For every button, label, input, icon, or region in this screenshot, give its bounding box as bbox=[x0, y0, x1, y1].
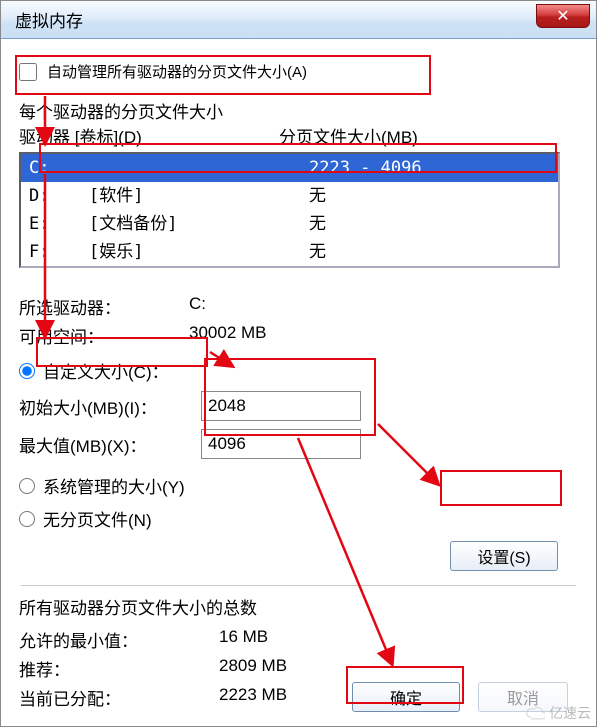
cancel-button[interactable]: 取消 bbox=[478, 682, 568, 712]
dialog-content: 自动管理所有驱动器的分页文件大小(A) 每个驱动器的分页文件大小 驱动器 [卷标… bbox=[1, 39, 596, 726]
titlebar: 虚拟内存 ✕ bbox=[1, 1, 596, 39]
selected-drive-value: C: bbox=[189, 294, 206, 319]
set-button-area: 设置(S) bbox=[11, 535, 586, 571]
max-size-input[interactable] bbox=[201, 429, 361, 459]
free-space-label: 可用空间： bbox=[19, 323, 189, 348]
drive-label: [娱乐] bbox=[89, 238, 309, 266]
min-allowed-row: 允许的最小值： 16 MB bbox=[11, 625, 586, 654]
auto-manage-row[interactable]: 自动管理所有驱动器的分页文件大小(A) bbox=[11, 49, 586, 94]
totals-heading: 所有驱动器分页文件大小的总数 bbox=[11, 594, 586, 619]
initial-size-input[interactable] bbox=[201, 391, 361, 421]
col-size-header: 分页文件大小(MB) bbox=[279, 123, 418, 148]
system-size-label: 系统管理的大小(Y) bbox=[43, 473, 185, 498]
drive-size: 无 bbox=[309, 182, 469, 210]
free-space-value: 30002 MB bbox=[189, 323, 267, 348]
virtual-memory-dialog: 虚拟内存 ✕ 自动管理所有驱动器的分页文件大小(A) 每个驱动器的分页文件大小 … bbox=[0, 0, 597, 727]
drive-label bbox=[89, 154, 309, 182]
footer-buttons: 确定 取消 bbox=[352, 682, 568, 712]
drive-columns-header: 驱动器 [卷标](D) 分页文件大小(MB) bbox=[11, 123, 586, 148]
min-allowed-value: 16 MB bbox=[219, 627, 268, 652]
drive-row-d[interactable]: D: [软件] 无 bbox=[21, 182, 558, 210]
selected-drive-row: 所选驱动器： C: bbox=[11, 292, 586, 321]
drive-size: 无 bbox=[309, 210, 469, 238]
col-drive-header: 驱动器 [卷标](D) bbox=[19, 123, 279, 148]
window-title: 虚拟内存 bbox=[15, 7, 83, 32]
drive-label: [软件] bbox=[89, 182, 309, 210]
drive-row-e[interactable]: E: [文档备份] 无 bbox=[21, 210, 558, 238]
system-size-row[interactable]: 系统管理的大小(Y) bbox=[11, 469, 586, 502]
initial-size-label: 初始大小(MB)(I)： bbox=[19, 394, 201, 419]
ok-button[interactable]: 确定 bbox=[352, 682, 460, 712]
drive-size: 2223 - 4096 bbox=[309, 154, 469, 182]
drive-section-heading: 每个驱动器的分页文件大小 bbox=[11, 98, 586, 123]
divider bbox=[21, 585, 576, 586]
max-size-row: 最大值(MB)(X)： bbox=[11, 425, 586, 463]
drive-letter: C: bbox=[29, 154, 89, 182]
drive-list[interactable]: C: 2223 - 4096 D: [软件] 无 E: [文档备份] 无 F: … bbox=[19, 152, 560, 268]
drive-letter: F: bbox=[29, 238, 89, 266]
current-value: 2223 MB bbox=[219, 685, 287, 710]
drive-row-c[interactable]: C: 2223 - 4096 bbox=[21, 154, 558, 182]
no-paging-label: 无分页文件(N) bbox=[43, 506, 152, 531]
close-button[interactable]: ✕ bbox=[536, 4, 590, 28]
drive-letter: E: bbox=[29, 210, 89, 238]
current-label: 当前已分配： bbox=[19, 685, 219, 710]
drive-row-f[interactable]: F: [娱乐] 无 bbox=[21, 238, 558, 266]
auto-manage-label: 自动管理所有驱动器的分页文件大小(A) bbox=[47, 61, 307, 82]
custom-size-radio[interactable] bbox=[19, 363, 35, 379]
no-paging-row[interactable]: 无分页文件(N) bbox=[11, 502, 586, 535]
recommended-label: 推荐： bbox=[19, 656, 219, 681]
min-allowed-label: 允许的最小值： bbox=[19, 627, 219, 652]
max-size-label: 最大值(MB)(X)： bbox=[19, 432, 201, 457]
no-paging-radio[interactable] bbox=[19, 511, 35, 527]
drive-letter: D: bbox=[29, 182, 89, 210]
recommended-row: 推荐： 2809 MB bbox=[11, 654, 586, 683]
initial-size-row: 初始大小(MB)(I)： bbox=[11, 387, 586, 425]
set-button[interactable]: 设置(S) bbox=[450, 541, 558, 571]
auto-manage-checkbox[interactable] bbox=[19, 63, 37, 81]
custom-size-label: 自定义大小(C)： bbox=[43, 358, 169, 383]
system-size-radio[interactable] bbox=[19, 478, 35, 494]
close-icon: ✕ bbox=[556, 6, 569, 26]
selected-drive-label: 所选驱动器： bbox=[19, 294, 189, 319]
drive-size: 无 bbox=[309, 238, 469, 266]
recommended-value: 2809 MB bbox=[219, 656, 287, 681]
custom-size-row[interactable]: 自定义大小(C)： bbox=[11, 354, 586, 387]
drive-label: [文档备份] bbox=[89, 210, 309, 238]
free-space-row: 可用空间： 30002 MB bbox=[11, 321, 586, 350]
